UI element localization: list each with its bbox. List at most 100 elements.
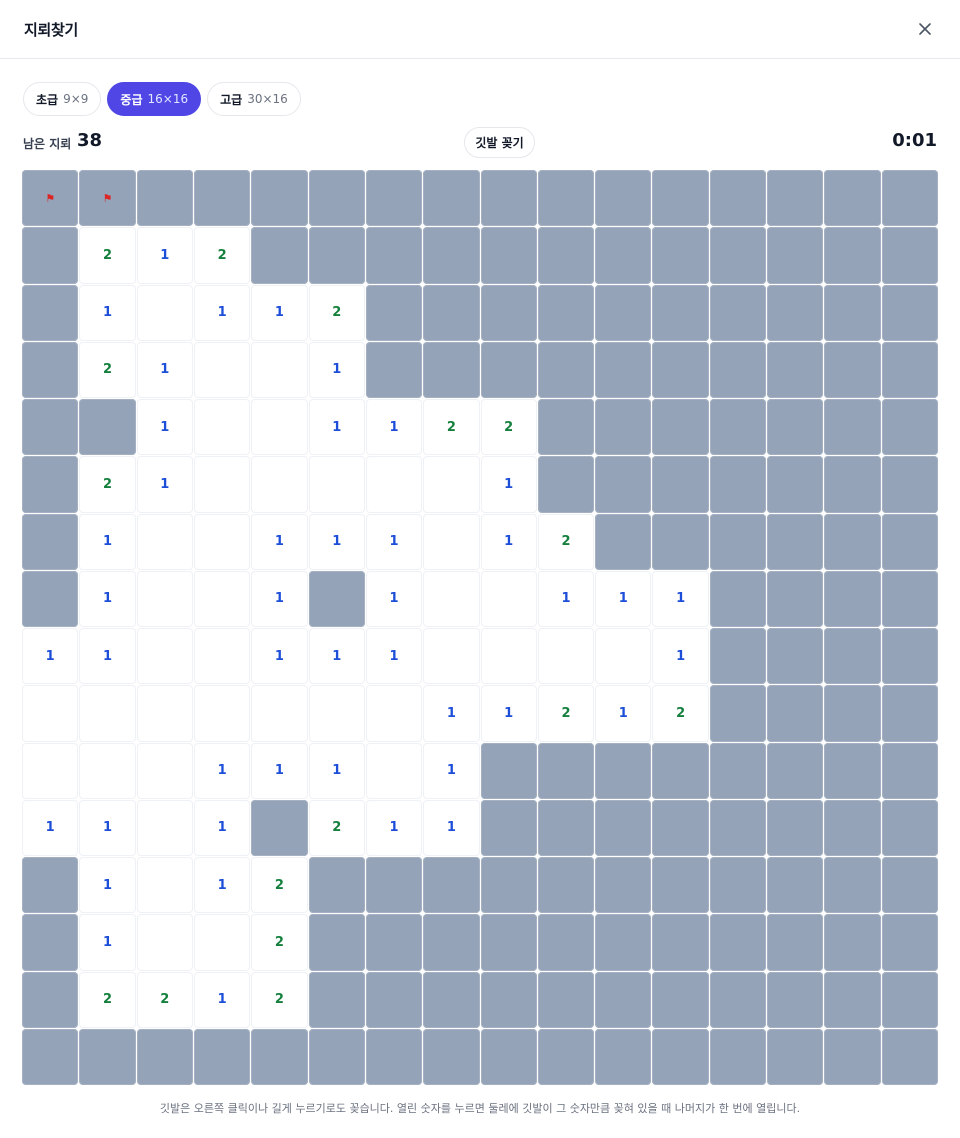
cell-hidden[interactable] — [824, 570, 881, 627]
cell-hidden[interactable] — [824, 456, 881, 513]
cell-number[interactable]: 1 — [193, 742, 251, 799]
cell-hidden[interactable] — [881, 227, 938, 284]
cell-number[interactable]: 1 — [652, 628, 709, 685]
cell-hidden[interactable] — [595, 456, 652, 513]
cell-hidden[interactable] — [767, 399, 824, 456]
cell-hidden[interactable] — [136, 170, 193, 227]
cell-hidden[interactable] — [365, 284, 423, 341]
cell-number[interactable]: 1 — [595, 570, 652, 627]
cell-hidden[interactable] — [193, 1028, 251, 1085]
cell-number[interactable]: 1 — [136, 227, 193, 284]
cell-hidden[interactable] — [22, 570, 79, 627]
cell-hidden[interactable] — [709, 742, 767, 799]
cell-hidden[interactable] — [709, 685, 767, 742]
cell-number[interactable]: 1 — [308, 628, 365, 685]
cell-hidden[interactable] — [767, 456, 824, 513]
cell-open[interactable] — [423, 513, 480, 570]
cell-open[interactable] — [365, 685, 423, 742]
cell-hidden[interactable] — [881, 170, 938, 227]
cell-hidden[interactable] — [824, 170, 881, 227]
cell-hidden[interactable] — [537, 456, 595, 513]
cell-hidden[interactable] — [537, 341, 595, 398]
cell-hidden[interactable] — [365, 914, 423, 971]
cell-hidden[interactable] — [365, 971, 423, 1028]
cell-hidden[interactable] — [423, 857, 480, 914]
cell-hidden[interactable] — [881, 628, 938, 685]
cell-hidden[interactable] — [480, 742, 537, 799]
tab-intermediate[interactable]: 중급 16×16 — [107, 82, 202, 116]
cell-hidden[interactable] — [537, 227, 595, 284]
cell-number[interactable]: 2 — [480, 399, 537, 456]
cell-hidden[interactable] — [22, 1028, 79, 1085]
cell-open[interactable] — [136, 513, 193, 570]
cell-hidden[interactable] — [824, 399, 881, 456]
cell-hidden[interactable] — [480, 1028, 537, 1085]
cell-open[interactable] — [251, 456, 308, 513]
cell-flagged[interactable]: ⚑ — [22, 170, 79, 227]
cell-hidden[interactable] — [824, 971, 881, 1028]
cell-number[interactable]: 1 — [308, 742, 365, 799]
cell-open[interactable] — [308, 456, 365, 513]
cell-hidden[interactable] — [537, 799, 595, 856]
cell-number[interactable]: 1 — [251, 513, 308, 570]
cell-number[interactable]: 2 — [652, 685, 709, 742]
cell-number[interactable]: 1 — [308, 341, 365, 398]
cell-hidden[interactable] — [824, 914, 881, 971]
cell-hidden[interactable] — [881, 742, 938, 799]
cell-hidden[interactable] — [537, 914, 595, 971]
cell-hidden[interactable] — [652, 857, 709, 914]
cell-hidden[interactable] — [79, 1028, 136, 1085]
cell-number[interactable]: 2 — [79, 456, 136, 513]
cell-hidden[interactable] — [22, 971, 79, 1028]
cell-hidden[interactable] — [767, 1028, 824, 1085]
cell-hidden[interactable] — [595, 227, 652, 284]
cell-hidden[interactable] — [709, 857, 767, 914]
cell-number[interactable]: 1 — [193, 857, 251, 914]
cell-number[interactable]: 1 — [79, 914, 136, 971]
cell-open[interactable] — [365, 742, 423, 799]
cell-hidden[interactable] — [767, 857, 824, 914]
cell-open[interactable] — [365, 456, 423, 513]
cell-hidden[interactable] — [423, 1028, 480, 1085]
cell-hidden[interactable] — [709, 799, 767, 856]
cell-hidden[interactable] — [709, 1028, 767, 1085]
cell-open[interactable] — [308, 685, 365, 742]
cell-hidden[interactable] — [423, 227, 480, 284]
cell-hidden[interactable] — [767, 685, 824, 742]
cell-open[interactable] — [595, 628, 652, 685]
cell-hidden[interactable] — [308, 1028, 365, 1085]
cell-hidden[interactable] — [824, 799, 881, 856]
cell-hidden[interactable] — [881, 399, 938, 456]
cell-hidden[interactable] — [193, 170, 251, 227]
cell-number[interactable]: 1 — [193, 971, 251, 1028]
cell-hidden[interactable] — [709, 570, 767, 627]
cell-hidden[interactable] — [365, 1028, 423, 1085]
cell-hidden[interactable] — [308, 971, 365, 1028]
cell-hidden[interactable] — [308, 170, 365, 227]
cell-hidden[interactable] — [881, 971, 938, 1028]
cell-hidden[interactable] — [537, 857, 595, 914]
cell-hidden[interactable] — [595, 742, 652, 799]
cell-hidden[interactable] — [767, 570, 824, 627]
cell-open[interactable] — [480, 628, 537, 685]
cell-open[interactable] — [251, 341, 308, 398]
cell-hidden[interactable] — [881, 456, 938, 513]
cell-hidden[interactable] — [652, 799, 709, 856]
cell-hidden[interactable] — [652, 1028, 709, 1085]
cell-hidden[interactable] — [824, 628, 881, 685]
cell-number[interactable]: 2 — [79, 971, 136, 1028]
cell-hidden[interactable] — [767, 170, 824, 227]
cell-hidden[interactable] — [881, 570, 938, 627]
cell-hidden[interactable] — [480, 914, 537, 971]
cell-number[interactable]: 2 — [251, 857, 308, 914]
cell-hidden[interactable] — [423, 971, 480, 1028]
cell-number[interactable]: 2 — [251, 914, 308, 971]
cell-open[interactable] — [193, 513, 251, 570]
cell-number[interactable]: 1 — [79, 857, 136, 914]
cell-hidden[interactable] — [767, 513, 824, 570]
cell-number[interactable]: 1 — [365, 570, 423, 627]
cell-hidden[interactable] — [537, 284, 595, 341]
cell-hidden[interactable] — [22, 399, 79, 456]
tab-beginner[interactable]: 초급 9×9 — [23, 82, 102, 116]
cell-open[interactable] — [251, 399, 308, 456]
